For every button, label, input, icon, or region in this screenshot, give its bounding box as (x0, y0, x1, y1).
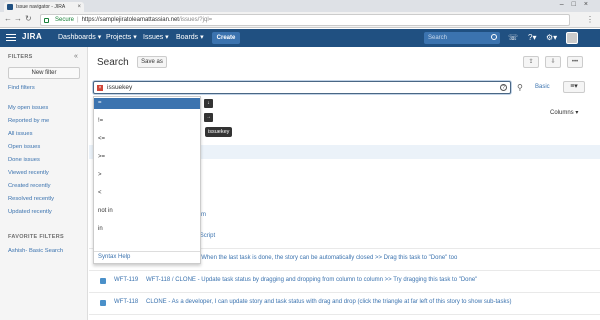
nav-issues[interactable]: Issues ▾ (143, 33, 169, 41)
view-switcher-icon[interactable]: ≡▾ (563, 81, 585, 93)
columns-button[interactable]: Columns ▾ (550, 109, 578, 116)
operator-option[interactable]: not in (94, 206, 200, 217)
more-options-icon[interactable]: ••• (567, 56, 583, 68)
find-filters-link[interactable]: Find filters (8, 85, 35, 91)
jira-favicon-icon (7, 4, 13, 10)
save-as-button[interactable]: Save as (137, 56, 167, 68)
issue-summary[interactable]: CLONE - As a developer, I can update sto… (146, 299, 512, 305)
nav-dashboards[interactable]: Dashboards ▾ (58, 33, 101, 41)
lock-icon (44, 18, 49, 23)
basic-mode-link[interactable]: Basic (535, 84, 550, 90)
dropdown-divider (94, 251, 200, 252)
user-avatar[interactable] (566, 32, 578, 44)
feedback-icon[interactable]: ☏ (508, 33, 518, 42)
help-icon[interactable]: ?▾ (528, 33, 536, 42)
table-row[interactable]: WFT-119 WFT-118 / CLONE - Update task st… (89, 271, 600, 293)
jql-autocomplete-dropdown: = != <= >= > < not in in Syntax Help (93, 96, 201, 264)
page-title: Search (97, 57, 129, 68)
nav-boards[interactable]: Boards ▾ (176, 33, 204, 41)
sidebar-item-open-issues[interactable]: Open issues (8, 144, 40, 150)
syntax-help-link[interactable]: Syntax Help (98, 254, 130, 260)
sidebar-item-viewed-recently[interactable]: Viewed recently (8, 170, 49, 176)
collapse-sidebar-icon[interactable]: « (74, 53, 78, 60)
main-content: Search Save as ⇪ ⇩ ••• × issuekey ? ⚲ Ba… (89, 47, 600, 320)
reload-icon[interactable]: ↻ (25, 14, 32, 23)
browser-toolbar: ← → ↻ Secure | https://samplejiratoleamatt… (0, 12, 600, 28)
jira-logo[interactable]: JIRA (22, 32, 42, 41)
partial-row-text: m (201, 212, 206, 218)
sidebar-item-created-recently[interactable]: Created recently (8, 183, 51, 189)
settings-gear-icon[interactable]: ⚙▾ (546, 33, 557, 42)
sidebar-item-my-open-issues[interactable]: My open issues (8, 105, 48, 111)
error-icon: × (97, 85, 103, 91)
app-switcher-icon[interactable] (6, 32, 16, 42)
operator-option[interactable]: in (94, 224, 200, 235)
operator-option[interactable]: != (94, 116, 200, 127)
operator-option[interactable]: <= (94, 134, 200, 145)
tab-title: Issue navigator - JIRA (16, 4, 66, 10)
header-search-input[interactable]: Search (424, 32, 500, 44)
export-icon[interactable]: ⇩ (545, 56, 561, 68)
operator-option[interactable]: < (94, 188, 200, 199)
browser-tab-strip: Issue navigator - JIRA × –□× (0, 0, 600, 12)
back-icon[interactable]: ← (4, 14, 12, 23)
share-icon[interactable]: ⇪ (523, 56, 539, 68)
story-type-icon (100, 300, 106, 306)
new-filter-button[interactable]: New filter (8, 67, 80, 79)
search-button-icon[interactable]: ⚲ (517, 83, 523, 92)
sidebar-item-reported-by-me[interactable]: Reported by me (8, 118, 49, 124)
window-controls[interactable]: –□× (560, 1, 596, 8)
table-row[interactable]: WFT-118 CLONE - As a developer, I can up… (89, 293, 600, 315)
jira-header: JIRA Dashboards ▾ Projects ▾ Issues ▾ Bo… (0, 29, 600, 47)
issue-key[interactable]: WFT-119 (114, 277, 138, 283)
field-tooltip: issuekey (205, 127, 233, 137)
issue-summary[interactable]: WFT-118 / CLONE - Update task status by … (146, 277, 477, 283)
filters-sidebar: FILTERS « New filter Find filters My ope… (0, 47, 88, 320)
syntax-help-icon[interactable]: ? (500, 84, 507, 91)
jql-query-text: issuekey (107, 84, 133, 91)
address-bar[interactable]: Secure | https://samplejiratoleamattassian… (40, 14, 570, 26)
sidebar-item-done-issues[interactable]: Done issues (8, 157, 40, 163)
forward-icon[interactable]: → (14, 14, 22, 23)
tab-close-icon[interactable]: × (77, 2, 81, 12)
sidebar-item-resolved-recently[interactable]: Resolved recently (8, 196, 54, 202)
issue-key[interactable]: WFT-118 (114, 299, 138, 305)
operator-option[interactable]: >= (94, 152, 200, 163)
tooltip-pointer-icon: ↓ (204, 99, 213, 108)
nav-projects[interactable]: Projects ▾ (106, 33, 137, 41)
sidebar-item-all-issues[interactable]: All issues (8, 131, 32, 137)
browser-menu-icon[interactable]: ⋮ (586, 15, 594, 24)
browser-tab[interactable]: Issue navigator - JIRA × (4, 2, 84, 12)
tooltip-pointer-icon: → (204, 113, 213, 122)
sidebar-item-updated-recently[interactable]: Updated recently (8, 209, 52, 215)
secure-label: Secure (55, 17, 75, 23)
subtask-type-icon (100, 278, 106, 284)
jql-search-input[interactable]: × issuekey ? (93, 81, 511, 94)
url-host: https://samplejiratoleamattassian.net (81, 17, 179, 23)
favorite-filter-item[interactable]: Ashish- Basic Search (8, 248, 63, 254)
favorite-filters-heading: FAVORITE FILTERS (8, 234, 64, 240)
filters-heading: FILTERS (8, 54, 33, 60)
search-icon (491, 34, 497, 40)
operator-option[interactable]: = (94, 98, 200, 109)
create-button[interactable]: Create (212, 32, 240, 44)
url-path: /issues/?jql= (178, 17, 213, 23)
operator-option[interactable]: > (94, 170, 200, 181)
